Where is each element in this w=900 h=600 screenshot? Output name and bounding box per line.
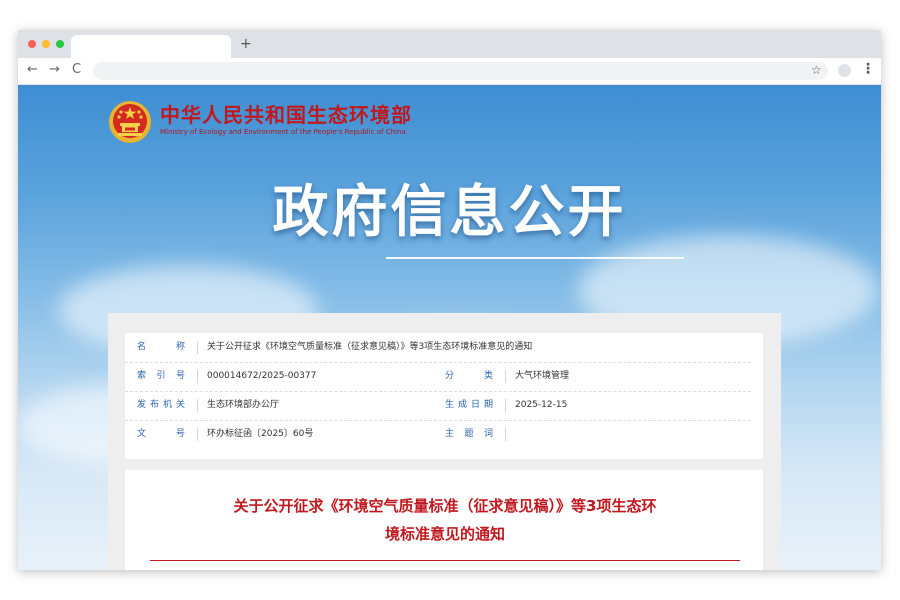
browser-tab-active[interactable] (71, 35, 231, 58)
info-label-index: 索引号 (137, 371, 185, 381)
info-label-name: 名称 (137, 342, 185, 352)
bookmark-star-icon[interactable]: ☆ (811, 63, 822, 77)
info-row-publisher: 发布机关 生态环境部办公厅 生成日期 2025-12-15 (125, 391, 751, 421)
forward-arrow-icon[interactable]: → (49, 63, 60, 77)
column-separator (197, 370, 198, 383)
reload-icon[interactable]: C (72, 63, 81, 77)
column-separator (505, 370, 506, 383)
document-title-line1: 关于公开征求《环境空气质量标准（征求意见稿）》等3项生态环 (233, 497, 657, 515)
info-row-docnum: 文号 环办标征函〔2025〕60号 主题词 (125, 420, 751, 449)
info-row-index: 索引号 000014672/2025-00377 分类 大气环境管理 (125, 362, 751, 392)
info-table: 名称 关于公开征求《环境空气质量标准（征求意见稿）》等3项生态环境标准意见的通知… (125, 333, 763, 459)
info-label-publisher: 发布机关 (137, 400, 185, 410)
info-label-date: 生成日期 (445, 400, 493, 410)
document-title: 关于公开征求《环境空气质量标准（征求意见稿）》等3项生态环 境标准意见的通知 (165, 492, 725, 548)
info-label-category: 分类 (445, 371, 493, 381)
info-label-keywords: 主题词 (445, 429, 493, 439)
close-window-dot[interactable] (28, 40, 36, 48)
hero-title: 政府信息公开 (272, 180, 627, 245)
document-body: 关于公开征求《环境空气质量标准（征求意见稿）》等3项生态环 境标准意见的通知 (125, 470, 763, 570)
info-value-docnum: 环办标征函〔2025〕60号 (207, 429, 314, 439)
info-row-name: 名称 关于公开征求《环境空气质量标准（征求意见稿）》等3项生态环境标准意见的通知 (125, 333, 751, 363)
site-title[interactable]: 中华人民共和国生态环境部 (160, 103, 412, 127)
column-separator (505, 399, 506, 412)
column-separator (197, 341, 198, 354)
page-content: 中华人民共和国生态环境部 Ministry of Ecology and Env… (18, 85, 881, 570)
hero-underline (386, 257, 684, 259)
address-bar[interactable] (93, 62, 828, 80)
info-label-docnum: 文号 (137, 429, 185, 439)
column-separator (505, 428, 506, 441)
tab-bar: + (18, 30, 881, 58)
back-arrow-icon[interactable]: ← (27, 63, 38, 77)
column-separator (197, 428, 198, 441)
site-subtitle: Ministry of Ecology and Environment of t… (160, 128, 406, 136)
minimize-window-dot[interactable] (42, 40, 50, 48)
info-value-publisher: 生态环境部办公厅 (207, 400, 280, 410)
browser-window: + ← → C ☆ ⋮ 中华人民共和国生态环境部 Ministry of Eco… (18, 30, 881, 570)
info-value-date: 2025-12-15 (515, 400, 568, 410)
browser-menu-icon[interactable]: ⋮ (861, 61, 875, 77)
info-value-category: 大气环境管理 (515, 371, 570, 381)
content-panel: 名称 关于公开征求《环境空气质量标准（征求意见稿）》等3项生态环境标准意见的通知… (108, 313, 781, 570)
profile-avatar-icon[interactable] (838, 64, 851, 77)
document-title-rule (150, 560, 740, 561)
info-value-index: 000014672/2025-00377 (207, 371, 317, 381)
national-emblem-icon (109, 101, 151, 143)
info-value-name: 关于公开征求《环境空气质量标准（征求意见稿）》等3项生态环境标准意见的通知 (207, 342, 533, 352)
maximize-window-dot[interactable] (56, 40, 64, 48)
browser-toolbar: ← → C ☆ ⋮ (18, 58, 881, 85)
document-title-line2: 境标准意见的通知 (384, 525, 505, 543)
column-separator (197, 399, 198, 412)
new-tab-icon[interactable]: + (240, 36, 252, 52)
